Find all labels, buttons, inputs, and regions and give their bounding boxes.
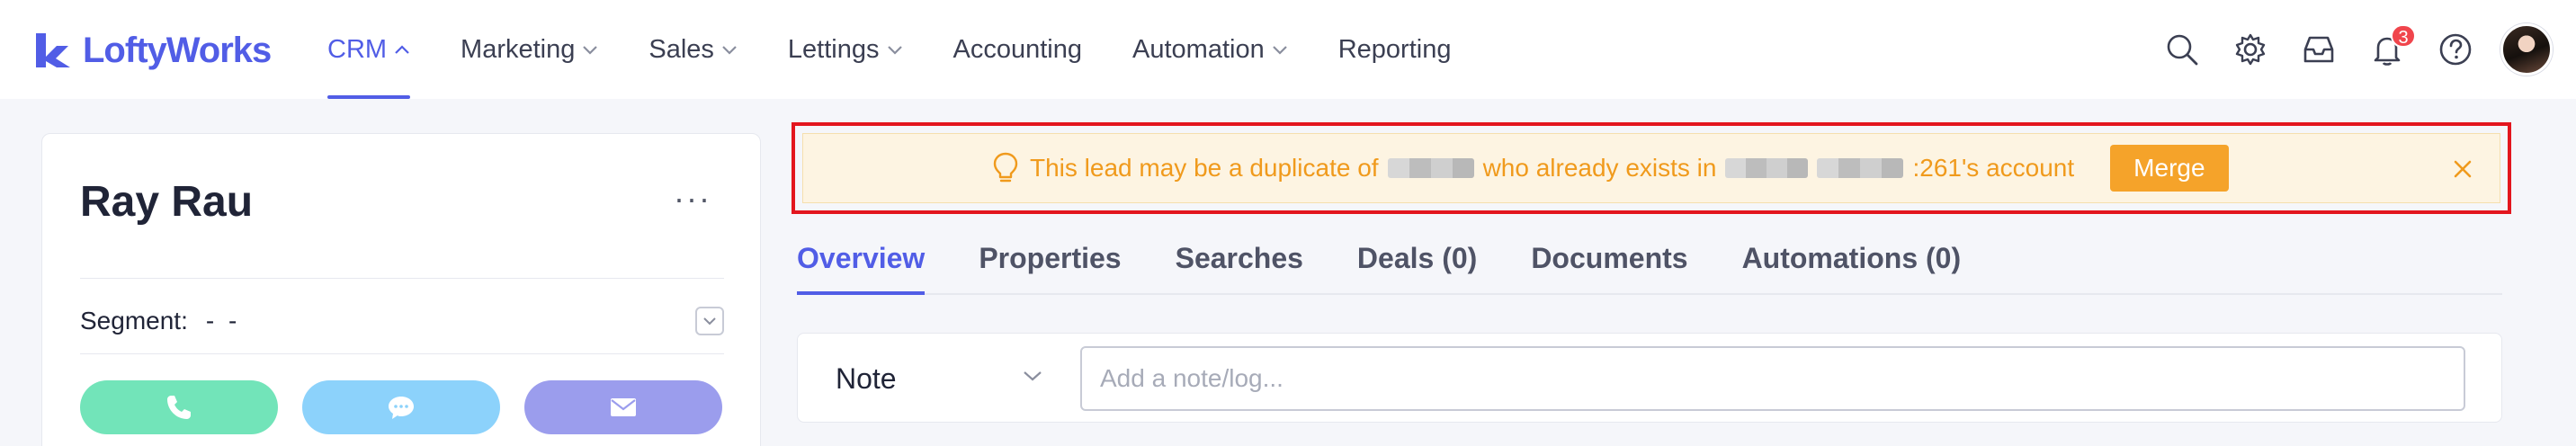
nav-crm[interactable]: CRM [327,0,411,99]
brand-logo[interactable]: LoftyWorks [32,27,272,74]
nav-sales[interactable]: Sales [648,0,738,99]
lead-name: Ray Rau [80,178,254,226]
nav-marketing[interactable]: Marketing [461,0,598,99]
duplicate-lead-banner: This lead may be a duplicate of who alre… [802,133,2500,203]
inbox-button[interactable] [2299,30,2339,69]
settings-button[interactable] [2231,30,2270,69]
lead-profile-card: Ray Rau ··· Segment: - - [41,133,761,446]
redacted-lead-name [1387,158,1474,178]
chevron-up-icon [395,45,409,54]
notifications-button[interactable]: 3 [2367,24,2416,69]
lofty-logo-icon [36,33,70,67]
email-button[interactable] [524,380,722,434]
segment-row: Segment: - - [80,296,724,346]
redacted-account-part [1725,158,1809,178]
user-avatar[interactable] [2500,23,2553,76]
message-button[interactable] [302,380,500,434]
nav-accounting[interactable]: Accounting [953,0,1083,99]
close-banner-button[interactable] [2449,156,2476,183]
note-type-value: Note [836,361,897,395]
gear-icon [2235,33,2266,66]
nav-sales-label: Sales [648,34,714,64]
nav-accounting-label: Accounting [953,34,1083,64]
note-input[interactable] [1080,346,2465,411]
nav-automation[interactable]: Automation [1132,0,1288,99]
call-button[interactable] [80,380,278,434]
nav-lettings[interactable]: Lettings [788,0,903,99]
chevron-down-icon [887,46,902,55]
help-icon [2439,33,2472,66]
banner-message: This lead may be a duplicate of who alre… [992,134,2229,202]
duplicate-warning-highlight: This lead may be a duplicate of who alre… [792,122,2511,214]
chevron-down-icon [583,46,598,55]
header-actions: 3 [2133,23,2553,76]
tab-searches[interactable]: Searches [1176,223,1303,293]
segment-dropdown[interactable] [695,307,724,335]
nav-marketing-label: Marketing [461,34,576,64]
nav-lettings-label: Lettings [787,34,880,64]
chevron-down-icon [1024,371,1042,381]
mail-icon [611,398,636,416]
top-navigation-bar: LoftyWorks CRM Marketing Sales Lettings … [0,0,2576,99]
divider [80,278,724,279]
search-icon [2167,34,2198,66]
chat-icon [389,397,414,419]
banner-text-middle: who already exists in [1482,154,1717,182]
nav-crm-label: CRM [327,34,388,64]
contact-actions [80,380,747,434]
tab-documents[interactable]: Documents [1531,223,1687,293]
notification-count-badge: 3 [2391,24,2416,48]
search-button[interactable] [2162,30,2202,69]
lead-detail-tabs: Overview Properties Searches Deals (0) D… [797,223,2502,295]
tab-automations[interactable]: Automations (0) [1742,223,1962,293]
divider [80,353,724,354]
brand-name: LoftyWorks [83,31,272,70]
main-nav: CRM Marketing Sales Lettings Accounting … [327,0,1501,99]
segment-label: Segment: [80,307,188,334]
tab-overview[interactable]: Overview [797,223,926,295]
merge-button[interactable]: Merge [2110,145,2229,192]
redacted-account-part [1817,158,1904,178]
help-button[interactable] [2436,30,2475,69]
tab-properties[interactable]: Properties [979,223,1121,293]
chevron-down-icon [1272,46,1287,55]
note-type-select[interactable]: Note [836,334,1042,424]
lightbulb-icon [992,151,1019,185]
note-composer: Note [797,333,2502,423]
nav-reporting-label: Reporting [1337,34,1452,64]
chevron-down-icon [722,46,737,55]
tab-deals[interactable]: Deals (0) [1357,223,1477,293]
nav-automation-label: Automation [1132,34,1265,64]
banner-text-before: This lead may be a duplicate of [1030,154,1379,182]
more-options-button[interactable]: ··· [674,183,711,215]
banner-text-after: :261's account [1912,154,2075,182]
nav-reporting[interactable]: Reporting [1338,0,1452,99]
phone-icon [167,396,191,419]
chevron-down-icon [703,317,716,326]
segment-value: - - [205,307,241,334]
close-icon [2454,160,2472,178]
inbox-icon [2303,36,2334,63]
